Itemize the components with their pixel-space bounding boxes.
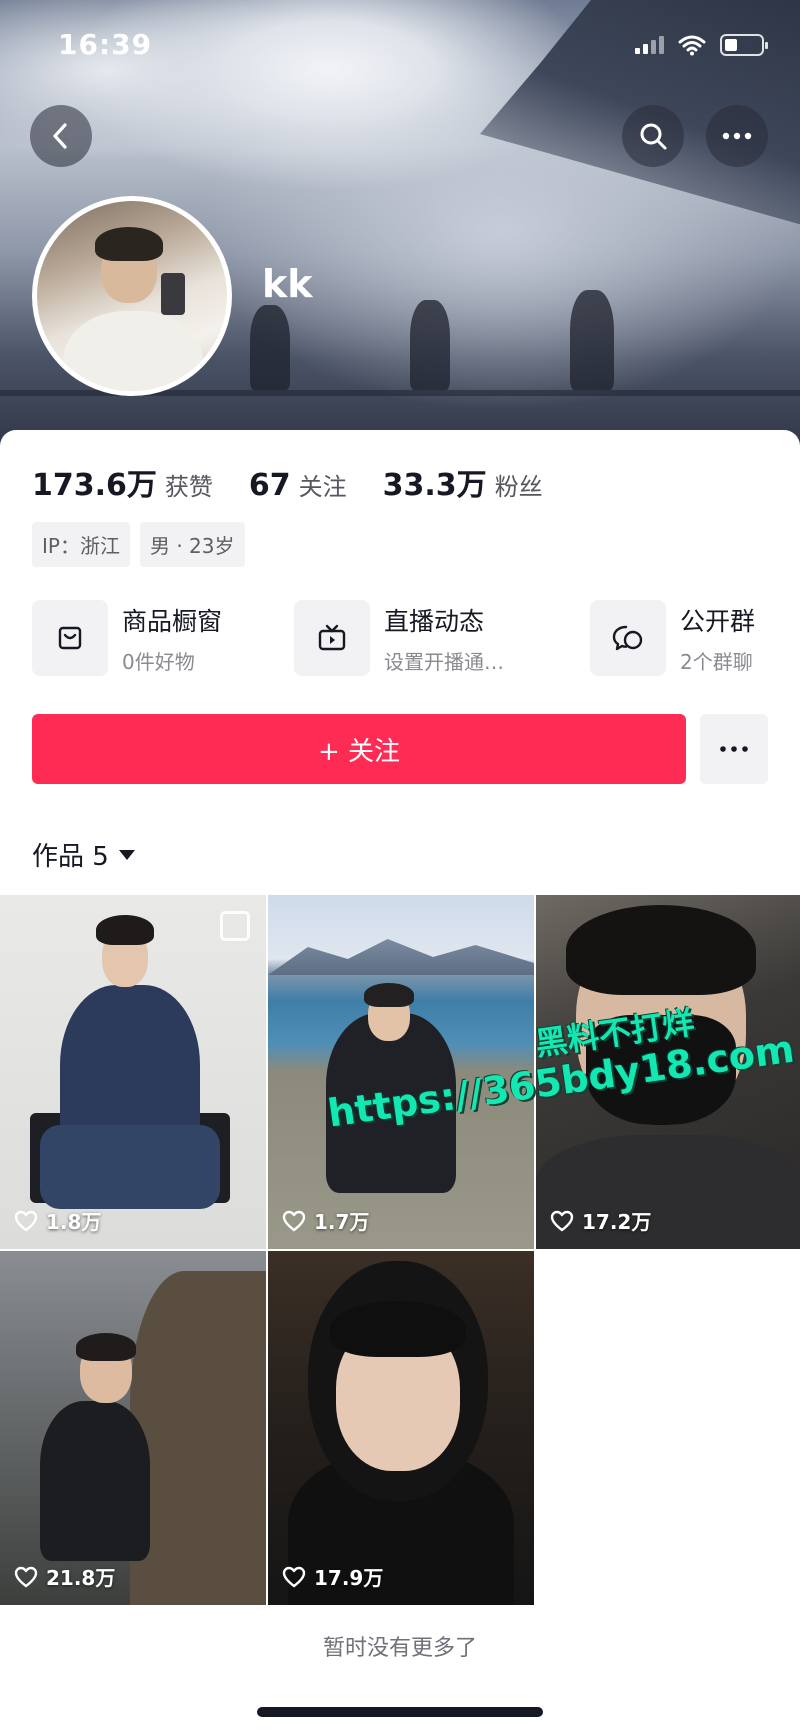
search-button[interactable] [622, 105, 684, 167]
heart-icon [14, 1210, 38, 1231]
cellular-signal-icon [635, 36, 664, 54]
ip-location-tag: IP：浙江 [32, 522, 130, 567]
feature-public-group[interactable]: 公开群 2个群聊 [590, 600, 755, 676]
stat-value: 33.3万 [382, 468, 487, 503]
video-likes: 17.9万 [282, 1562, 383, 1591]
feature-row: 商品橱窗 0件好物 直播动态 设置开播通… 公开群 2个群聊 [32, 600, 800, 678]
stat-label: 获赞 [164, 473, 213, 501]
stat-value: 67 [248, 468, 291, 503]
ellipsis-icon [720, 746, 748, 752]
video-likes-count: 1.7万 [314, 1210, 370, 1234]
feature-title: 直播动态 [384, 606, 485, 636]
home-indicator[interactable] [257, 1707, 543, 1717]
battery-icon [720, 34, 768, 56]
no-more-text: 暂时没有更多了 [322, 1636, 477, 1661]
follow-more-button[interactable] [700, 714, 768, 784]
feature-subtitle: 0件好物 [122, 649, 195, 674]
stat-following[interactable]: 67 关注 [249, 467, 347, 503]
status-time: 16:39 [58, 28, 153, 61]
stat-label: 粉丝 [494, 473, 543, 501]
username: kk [262, 262, 313, 306]
shopping-bag-icon [58, 626, 82, 650]
video-tile[interactable]: 1.8万 [0, 895, 266, 1249]
chevron-left-icon [53, 123, 67, 149]
video-likes-count: 17.2万 [582, 1210, 652, 1234]
feature-title: 商品橱窗 [122, 606, 223, 636]
back-button[interactable] [30, 105, 92, 167]
stats-row: 173.6万 获赞 67 关注 33.3万 粉丝 [32, 460, 579, 504]
gender-age-tag: 男 · 23岁 [139, 522, 245, 567]
avatar[interactable] [32, 196, 232, 396]
video-likes-count: 21.8万 [46, 1566, 116, 1590]
profile-tags: IP：浙江 男 · 23岁 [32, 522, 245, 567]
chat-bubbles-icon [612, 625, 643, 651]
feature-live-updates[interactable]: 直播动态 设置开播通… [294, 600, 504, 676]
banner-person [250, 305, 290, 390]
video-likes: 1.8万 [14, 1206, 101, 1235]
stat-label: 关注 [298, 473, 347, 501]
heart-icon [282, 1210, 306, 1231]
video-likes-count: 17.9万 [314, 1566, 384, 1590]
feature-shop-window[interactable]: 商品橱窗 0件好物 [32, 600, 222, 676]
video-likes: 21.8万 [14, 1562, 115, 1591]
banner-person [570, 290, 614, 390]
stat-value: 173.6万 [32, 468, 157, 503]
video-likes: 17.2万 [550, 1206, 651, 1235]
more-options-button[interactable] [706, 105, 768, 167]
status-icons [635, 34, 768, 56]
works-tab[interactable]: 作品 5 [32, 836, 135, 873]
caret-down-icon [118, 849, 135, 860]
stat-followers[interactable]: 33.3万 粉丝 [383, 460, 543, 504]
wifi-icon [678, 35, 706, 56]
ellipsis-icon [722, 132, 752, 140]
battery-level [725, 39, 737, 51]
feature-title: 公开群 [680, 606, 756, 636]
heart-icon [550, 1210, 574, 1231]
heart-icon [282, 1566, 306, 1587]
feature-subtitle: 设置开播通… [384, 649, 504, 674]
status-bar: 16:39 [0, 0, 800, 90]
stat-likes: 173.6万 获赞 [32, 460, 213, 504]
search-icon [640, 123, 667, 150]
video-tile[interactable]: 21.8万 [0, 1251, 266, 1605]
works-tab-label: 作品 5 [32, 842, 109, 872]
video-likes: 1.7万 [282, 1206, 369, 1235]
multi-image-icon [220, 911, 250, 941]
banner-person [410, 300, 450, 390]
live-tv-icon [318, 624, 346, 651]
follow-button[interactable]: + 关注 [32, 714, 686, 784]
feature-subtitle: 2个群聊 [680, 649, 753, 674]
video-likes-count: 1.8万 [46, 1210, 102, 1234]
heart-icon [14, 1566, 38, 1587]
video-tile[interactable]: 17.9万 [268, 1251, 534, 1605]
